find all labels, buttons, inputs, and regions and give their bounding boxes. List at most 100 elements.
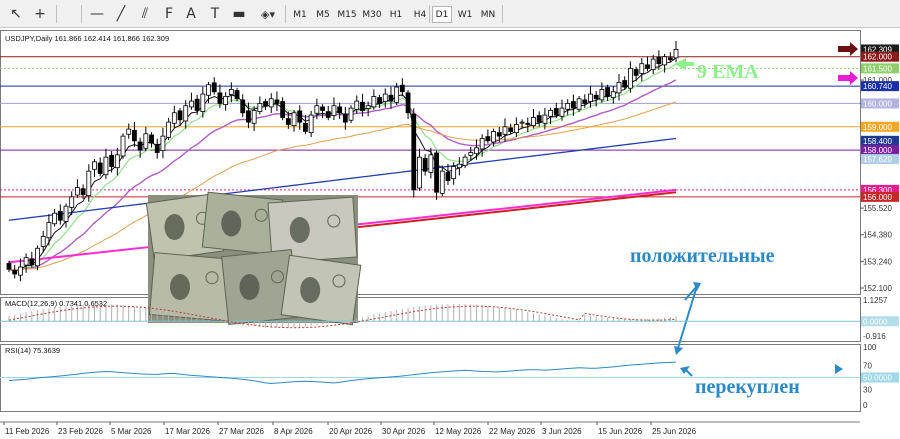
rsi-tick-label: 100 (863, 343, 877, 352)
shapes-menu-icon[interactable]: ◈▾ (255, 3, 281, 25)
candle-body (211, 82, 217, 93)
candle-body (371, 96, 377, 108)
time-tick-label: 12 May 2026 (435, 427, 482, 436)
candle-body (354, 100, 360, 110)
candle-body (662, 56, 667, 66)
time-tick-label: 5 Mar 2026 (111, 427, 152, 436)
candle-body (474, 147, 479, 155)
rectangle-icon[interactable]: ▬ (229, 3, 249, 25)
candle-body (80, 188, 86, 195)
price-level-label: 162.000 (863, 53, 892, 62)
candle-body (35, 247, 40, 267)
timeframe-m15[interactable]: M15 (335, 6, 359, 23)
timeframe-w1[interactable]: W1 (455, 6, 475, 23)
candle-body (525, 122, 531, 125)
candle-body (417, 156, 422, 189)
crosshair-icon[interactable]: + (30, 3, 50, 25)
banknote (280, 254, 362, 326)
symbol-info: USDJPY,Daily 161.866 162.414 161.866 162… (5, 34, 169, 43)
price-tick-label: 154.380 (863, 231, 892, 240)
candle-body (63, 205, 69, 222)
candle-body (69, 196, 75, 208)
candle-body (519, 121, 525, 124)
candle-body (502, 126, 508, 135)
candle-body (559, 107, 565, 117)
candle-body (103, 156, 109, 176)
candle-body (513, 124, 519, 134)
timeframe-mn[interactable]: MN (478, 6, 498, 23)
timeframe-d1[interactable]: D1 (432, 6, 452, 23)
price-level-label: 160.740 (863, 82, 892, 91)
candle-body (337, 106, 343, 114)
time-tick-label: 17 Mar 2026 (165, 427, 210, 436)
text-icon[interactable]: A (181, 3, 201, 25)
banknote-portrait (239, 274, 260, 300)
candle-body (588, 93, 593, 102)
timeframe-m5[interactable]: M5 (313, 6, 333, 23)
candle-body (189, 100, 194, 108)
candle-body (46, 222, 52, 239)
candle-body (171, 112, 177, 124)
candle-body (394, 86, 400, 103)
macd-tick-label: -0.916 (863, 332, 886, 341)
candle-body (434, 152, 439, 193)
candle-body (616, 81, 622, 94)
candle-body (656, 56, 662, 65)
price-level-label: 156.000 (863, 193, 892, 202)
candle-body (268, 98, 274, 108)
candle-body (228, 89, 234, 95)
candle-body (605, 87, 610, 97)
candle-body (645, 64, 650, 69)
timeframe-m1[interactable]: M1 (290, 6, 310, 23)
candle-body (622, 80, 628, 88)
toolbar-separator (81, 5, 82, 23)
candle-body (183, 105, 189, 122)
time-tick-label: 22 May 2026 (489, 427, 536, 436)
banknote-portrait (300, 277, 321, 303)
candle-body (508, 127, 514, 132)
candle-body (667, 57, 673, 61)
macd-tick-label: 1.1257 (863, 296, 888, 305)
candle-body (610, 91, 616, 98)
candle-body (673, 49, 679, 59)
toolbar-separator (285, 5, 286, 23)
candle-body (206, 84, 211, 96)
horizontal-line-icon[interactable]: — (87, 3, 107, 25)
timeframe-h4[interactable]: H4 (410, 6, 430, 23)
channel-icon[interactable]: ⫽ (135, 3, 155, 25)
annotation-positive: положительные (630, 245, 775, 267)
price-chart[interactable]: 161.000160.000157.620155.520154.380153.2… (0, 28, 900, 439)
time-tick-label: 20 Apr 2026 (329, 427, 373, 436)
candle-body (439, 170, 445, 194)
candle-body (445, 171, 451, 181)
candle-body (650, 58, 656, 70)
candle-body (348, 107, 354, 121)
candle-body (342, 113, 348, 123)
candle-body (377, 97, 382, 104)
price-tick-label: 152.100 (863, 284, 892, 293)
time-tick-label: 8 Apr 2026 (274, 427, 313, 436)
candle-body (154, 143, 160, 153)
price-level-label: 159.000 (863, 123, 892, 132)
candle-body (593, 94, 599, 100)
price-level-label: 160.000 (863, 99, 892, 108)
annotation-9ema: 9 EMA (697, 61, 759, 83)
fibonacci-icon[interactable]: F (159, 3, 179, 25)
candle-body (23, 257, 29, 266)
label-icon[interactable]: T (205, 3, 225, 25)
candle-body (308, 114, 314, 134)
macd-title: MACD(12,26,9) 0.7341 0.6532 (5, 299, 107, 308)
timeframe-h1[interactable]: H1 (386, 6, 406, 23)
candle-body (160, 135, 166, 152)
time-tick-label: 23 Feb 2026 (58, 427, 103, 436)
toolbar-separator (56, 5, 57, 23)
candle-body (149, 134, 154, 144)
timeframe-m30[interactable]: M30 (360, 6, 384, 23)
candle-body (405, 92, 411, 114)
rsi-tick-label: 0 (863, 401, 868, 410)
cursor-icon[interactable]: ↖ (6, 3, 26, 25)
rsi-tick-label: 70 (863, 361, 872, 370)
candle-body (92, 161, 97, 170)
trendline-icon[interactable]: ╱ (111, 3, 131, 25)
banknotes-photo (145, 191, 362, 326)
